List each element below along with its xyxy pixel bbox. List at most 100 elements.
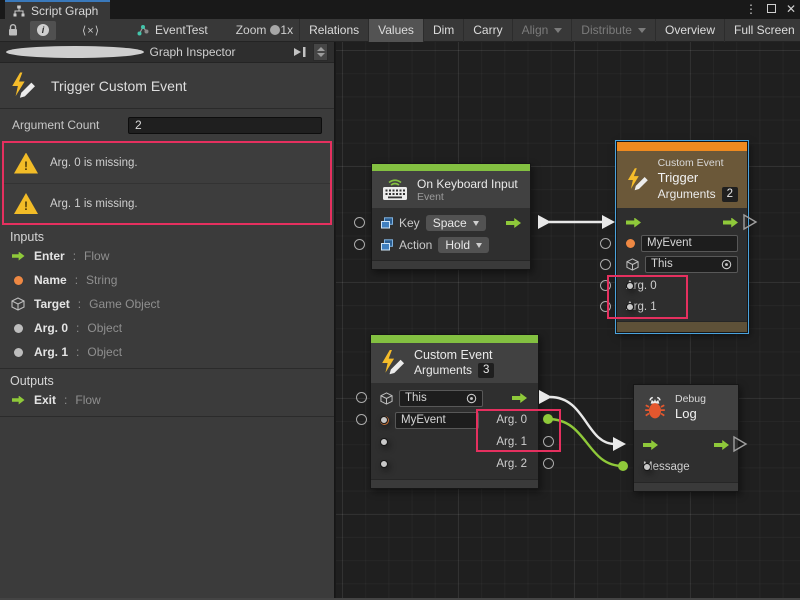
node-on-keyboard-input[interactable]: On Keyboard Input Event Key Space (371, 163, 531, 270)
node-footer (371, 479, 538, 488)
port-row-arg1: Arg. 1 : Object (0, 340, 334, 364)
event-color-bar (372, 164, 530, 171)
custom-event-icon (10, 72, 37, 100)
object-port-icon (380, 460, 388, 468)
port-row-enter: Enter : Flow (0, 244, 334, 268)
relations-button[interactable]: Relations (299, 19, 368, 42)
arg1-row: Arg. 1 (371, 431, 538, 453)
unit-title: Trigger Custom Event (51, 78, 187, 94)
info-icon: i (37, 24, 49, 36)
object-picker-icon[interactable] (721, 259, 732, 270)
graph-tree-icon (13, 5, 25, 17)
flow-arrow-icon (12, 396, 25, 405)
distribute-dropdown[interactable]: Distribute (571, 19, 655, 42)
tab-script-graph[interactable]: Script Graph (5, 0, 110, 19)
panel-spinner[interactable] (313, 43, 328, 61)
event-name-field[interactable]: MyEvent (641, 235, 738, 252)
event-name-field[interactable]: MyEvent (395, 412, 479, 429)
target-field[interactable]: This (399, 390, 483, 407)
key-dropdown[interactable]: Space (426, 215, 486, 231)
custom-event-icon (626, 165, 650, 195)
output-port[interactable] (543, 458, 554, 469)
arg0-row: Arg. 0 (617, 275, 747, 296)
cube-icon (626, 258, 639, 271)
input-port[interactable] (356, 414, 367, 425)
input-port[interactable] (356, 392, 367, 403)
node-custom-event[interactable]: Custom Event Arguments3 This (370, 334, 539, 489)
flow-out-arrow-icon (512, 393, 527, 403)
connected-port[interactable] (618, 461, 628, 471)
warning-row: ! Arg. 0 is missing. (4, 143, 330, 183)
input-port[interactable] (354, 217, 365, 228)
object-port-icon (643, 463, 651, 471)
lock-icon[interactable] (0, 21, 26, 40)
event-name-row: MyEvent Arg. 0 (371, 409, 538, 431)
arguments-count-field[interactable]: 2 (722, 187, 738, 202)
warning-icon: ! (14, 153, 38, 174)
dock-panel-icon[interactable] (293, 46, 307, 58)
script-graph-icon (136, 23, 150, 37)
object-port-icon (380, 416, 388, 424)
kebab-menu-icon[interactable]: ⋮ (745, 0, 757, 19)
port-row-arg0: Arg. 0 : Object (0, 316, 334, 340)
overview-button[interactable]: Overview (655, 19, 724, 42)
zoom-slider-knob[interactable] (270, 25, 280, 35)
node-trigger-custom-event[interactable]: Custom Event Trigger Arguments2 MyEvent (616, 141, 748, 333)
full-screen-button[interactable]: Full Screen (724, 19, 800, 42)
close-icon[interactable]: ✕ (786, 0, 796, 19)
graph-canvas[interactable]: On Keyboard Input Event Key Space (336, 42, 800, 598)
script-graph-window: Script Graph ⋮ ✕ i ⟨×⟩ Event (0, 0, 800, 600)
input-port[interactable] (600, 259, 611, 270)
chevron-down-icon (554, 28, 562, 33)
inspector-toggle-button[interactable]: i (30, 21, 56, 40)
object-port-icon (380, 438, 388, 446)
action-dropdown[interactable]: Hold (438, 237, 489, 253)
output-port[interactable] (543, 436, 554, 447)
node-header: Custom Event Arguments3 (371, 343, 538, 383)
title-bar: Script Graph ⋮ ✕ (0, 0, 800, 19)
argument-count-input[interactable] (128, 117, 322, 134)
values-button[interactable]: Values (368, 19, 423, 42)
chevron-down-icon (473, 221, 479, 226)
maximize-icon[interactable] (767, 0, 776, 19)
dim-button[interactable]: Dim (423, 19, 463, 42)
enum-icon (381, 217, 393, 229)
input-port[interactable] (354, 239, 365, 250)
target-row: This (371, 387, 538, 409)
connected-port[interactable] (543, 414, 553, 424)
argument-count-label: Argument Count (12, 118, 128, 132)
node-header: Debug Log (634, 385, 738, 430)
event-name-row: MyEvent (617, 233, 747, 254)
object-port-icon (626, 282, 634, 290)
arguments-count-field[interactable]: 3 (478, 363, 494, 378)
flow-out-arrow-icon (506, 218, 521, 228)
flow-arrow-icon (12, 252, 25, 261)
flow-row (617, 212, 747, 233)
input-port[interactable] (600, 280, 611, 291)
target-field[interactable]: This (645, 256, 738, 273)
target-row: This (617, 254, 747, 275)
code-preview-icon[interactable]: ⟨×⟩ (60, 24, 118, 37)
value-wire (548, 419, 623, 466)
node-debug-log[interactable]: Debug Log Message (633, 384, 739, 492)
message-row: Message (634, 456, 738, 478)
zoom-label: Zoom (236, 23, 267, 37)
object-picker-icon[interactable] (466, 393, 477, 404)
graph-breadcrumb[interactable]: EventTest (130, 23, 214, 37)
carry-button[interactable]: Carry (463, 19, 511, 42)
port-row-exit: Exit : Flow (0, 388, 334, 412)
spin-up-icon (317, 47, 325, 51)
warning-row: ! Arg. 1 is missing. (4, 183, 330, 223)
window-controls: ⋮ ✕ (745, 0, 796, 19)
keyboard-icon (381, 179, 409, 201)
input-port[interactable] (600, 301, 611, 312)
chevron-down-icon (476, 243, 482, 248)
input-port[interactable] (600, 238, 611, 249)
align-dropdown[interactable]: Align (512, 19, 572, 42)
inputs-header: Inputs (0, 229, 334, 244)
chevron-down-icon (638, 28, 646, 33)
flow-out-arrow-icon (723, 218, 738, 228)
toolbar-buttons: Relations Values Dim Carry Align Distrib… (299, 19, 800, 42)
port-row-name: Name : String (0, 268, 334, 292)
object-port-icon (14, 324, 23, 333)
